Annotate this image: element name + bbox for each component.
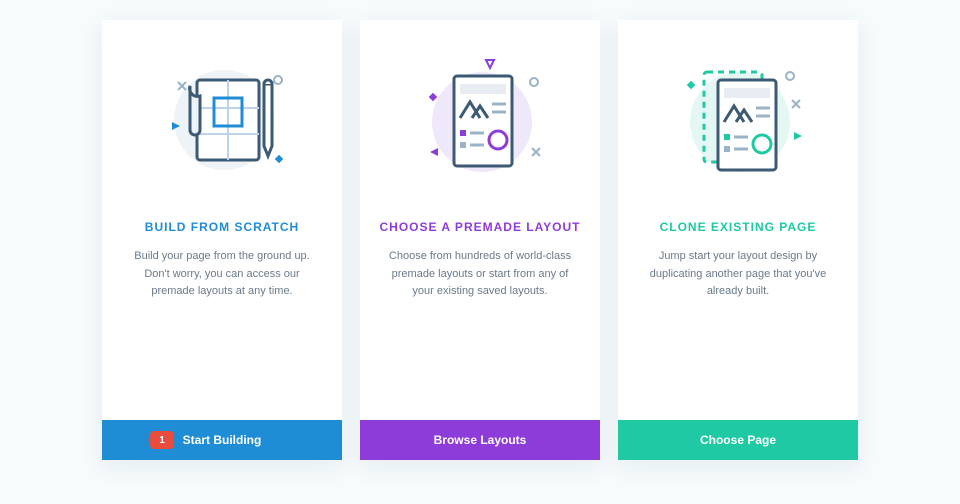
premade-illustration-icon: [400, 40, 560, 190]
button-label: Browse Layouts: [434, 433, 527, 447]
start-building-button[interactable]: 1 Start Building: [102, 420, 342, 460]
illustration-premade: [360, 20, 600, 210]
choose-page-button[interactable]: Choose Page: [618, 420, 858, 460]
illustration-clone: [618, 20, 858, 210]
card-title: BUILD FROM SCRATCH: [102, 220, 342, 234]
card-title: CLONE EXISTING PAGE: [618, 220, 858, 234]
card-description: Jump start your layout design by duplica…: [618, 248, 858, 301]
scratch-illustration-icon: [142, 40, 302, 190]
card-premade-layout: CHOOSE A PREMADE LAYOUT Choose from hund…: [360, 20, 600, 460]
option-cards-row: BUILD FROM SCRATCH Build your page from …: [102, 20, 858, 460]
button-label: Choose Page: [700, 433, 776, 447]
illustration-scratch: [102, 20, 342, 210]
card-title: CHOOSE A PREMADE LAYOUT: [360, 220, 600, 234]
browse-layouts-button[interactable]: Browse Layouts: [360, 420, 600, 460]
step-marker: 1: [150, 431, 174, 449]
card-clone-page: CLONE EXISTING PAGE Jump start your layo…: [618, 20, 858, 460]
button-label: Start Building: [183, 433, 262, 447]
card-description: Build your page from the ground up. Don'…: [102, 248, 342, 301]
card-description: Choose from hundreds of world-class prem…: [360, 248, 600, 301]
card-build-from-scratch: BUILD FROM SCRATCH Build your page from …: [102, 20, 342, 460]
clone-illustration-icon: [658, 40, 818, 190]
